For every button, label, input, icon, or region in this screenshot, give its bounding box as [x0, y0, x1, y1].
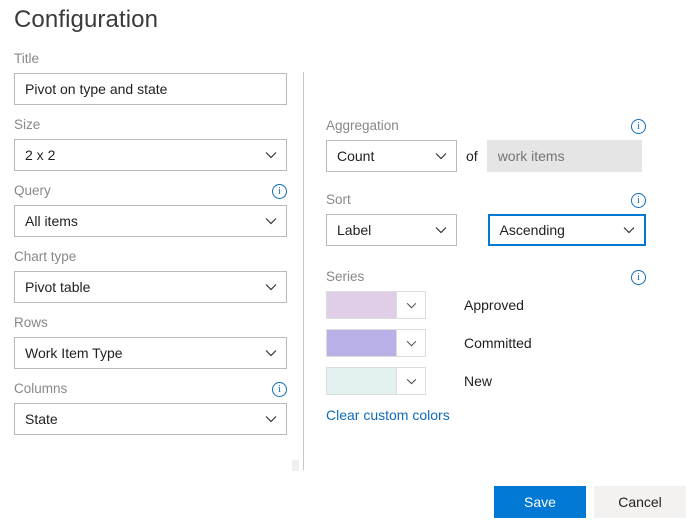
size-dropdown[interactable]: 2 x 2 — [14, 139, 287, 171]
info-icon[interactable]: i — [631, 119, 646, 134]
page-title: Configuration — [14, 4, 158, 36]
field-chart-type: Chart type Pivot table — [14, 248, 287, 303]
series-name-label: New — [464, 373, 492, 389]
chart-type-label: Chart type — [14, 248, 287, 266]
sort-direction-dropdown[interactable]: Ascending — [488, 214, 646, 246]
series-name-label: Approved — [464, 297, 524, 313]
field-rows: Rows Work Item Type — [14, 314, 287, 369]
dialog-footer: Save Cancel — [494, 486, 686, 518]
chevron-down-icon — [426, 215, 456, 245]
rows-label: Rows — [14, 314, 287, 332]
series-label-row: Series i — [326, 268, 646, 286]
info-icon[interactable]: i — [272, 382, 287, 397]
field-size: Size 2 x 2 — [14, 116, 287, 171]
chevron-down-icon — [256, 206, 286, 236]
cancel-button[interactable]: Cancel — [594, 486, 686, 518]
left-config-column: Title Size 2 x 2 Query i All items Chart… — [14, 50, 287, 446]
clear-custom-colors-link[interactable]: Clear custom colors — [326, 407, 450, 423]
series-item: Approved — [326, 291, 646, 319]
chevron-down-icon — [256, 140, 286, 170]
sort-direction-value: Ascending — [490, 222, 614, 238]
scrollbar-thumb[interactable] — [292, 460, 299, 471]
series-item: Committed — [326, 329, 646, 357]
field-series: Series i Approved Committed — [326, 268, 646, 423]
columns-label-row: Columns i — [14, 380, 287, 398]
field-query: Query i All items — [14, 182, 287, 237]
rows-dropdown[interactable]: Work Item Type — [14, 337, 287, 369]
series-color-picker[interactable] — [326, 367, 426, 395]
aggregation-function-value: Count — [327, 148, 426, 164]
sort-row: Label Ascending — [326, 214, 646, 246]
columns-value: State — [15, 411, 256, 427]
series-color-picker[interactable] — [326, 329, 426, 357]
chart-type-value: Pivot table — [15, 279, 256, 295]
color-swatch — [327, 292, 396, 318]
chevron-down-icon — [396, 368, 425, 394]
sort-label-row: Sort i — [326, 191, 646, 209]
title-input[interactable] — [14, 73, 287, 105]
chevron-down-icon — [256, 404, 286, 434]
series-color-picker[interactable] — [326, 291, 426, 319]
column-divider — [303, 72, 304, 470]
chevron-down-icon — [614, 215, 644, 245]
right-config-column: Aggregation i Count of Sort i Label — [326, 117, 646, 434]
info-icon[interactable]: i — [631, 193, 646, 208]
field-title: Title — [14, 50, 287, 105]
aggregation-target-input — [487, 140, 642, 172]
rows-value: Work Item Type — [15, 345, 256, 361]
info-icon[interactable]: i — [272, 184, 287, 199]
chevron-down-icon — [426, 141, 456, 171]
columns-dropdown[interactable]: State — [14, 403, 287, 435]
chevron-down-icon — [396, 330, 425, 356]
aggregation-connector-label: of — [466, 148, 478, 164]
sort-field-value: Label — [327, 222, 426, 238]
columns-label: Columns — [14, 380, 67, 398]
series-item: New — [326, 367, 646, 395]
aggregation-label: Aggregation — [326, 117, 399, 135]
query-label: Query — [14, 182, 51, 200]
info-icon[interactable]: i — [631, 270, 646, 285]
chevron-down-icon — [256, 272, 286, 302]
series-label: Series — [326, 268, 364, 286]
aggregation-label-row: Aggregation i — [326, 117, 646, 135]
series-name-label: Committed — [464, 335, 532, 351]
chart-type-dropdown[interactable]: Pivot table — [14, 271, 287, 303]
size-label: Size — [14, 116, 287, 134]
save-button[interactable]: Save — [494, 486, 586, 518]
field-sort: Sort i Label Ascending — [326, 191, 646, 246]
size-value: 2 x 2 — [15, 147, 256, 163]
aggregation-function-dropdown[interactable]: Count — [326, 140, 457, 172]
query-value: All items — [15, 213, 256, 229]
color-swatch — [327, 330, 396, 356]
query-dropdown[interactable]: All items — [14, 205, 287, 237]
aggregation-row: Count of — [326, 140, 646, 172]
field-columns: Columns i State — [14, 380, 287, 435]
field-aggregation: Aggregation i Count of — [326, 117, 646, 172]
chevron-down-icon — [256, 338, 286, 368]
chevron-down-icon — [396, 292, 425, 318]
sort-field-dropdown[interactable]: Label — [326, 214, 457, 246]
title-label: Title — [14, 50, 287, 68]
query-label-row: Query i — [14, 182, 287, 200]
color-swatch — [327, 368, 396, 394]
sort-label: Sort — [326, 191, 351, 209]
